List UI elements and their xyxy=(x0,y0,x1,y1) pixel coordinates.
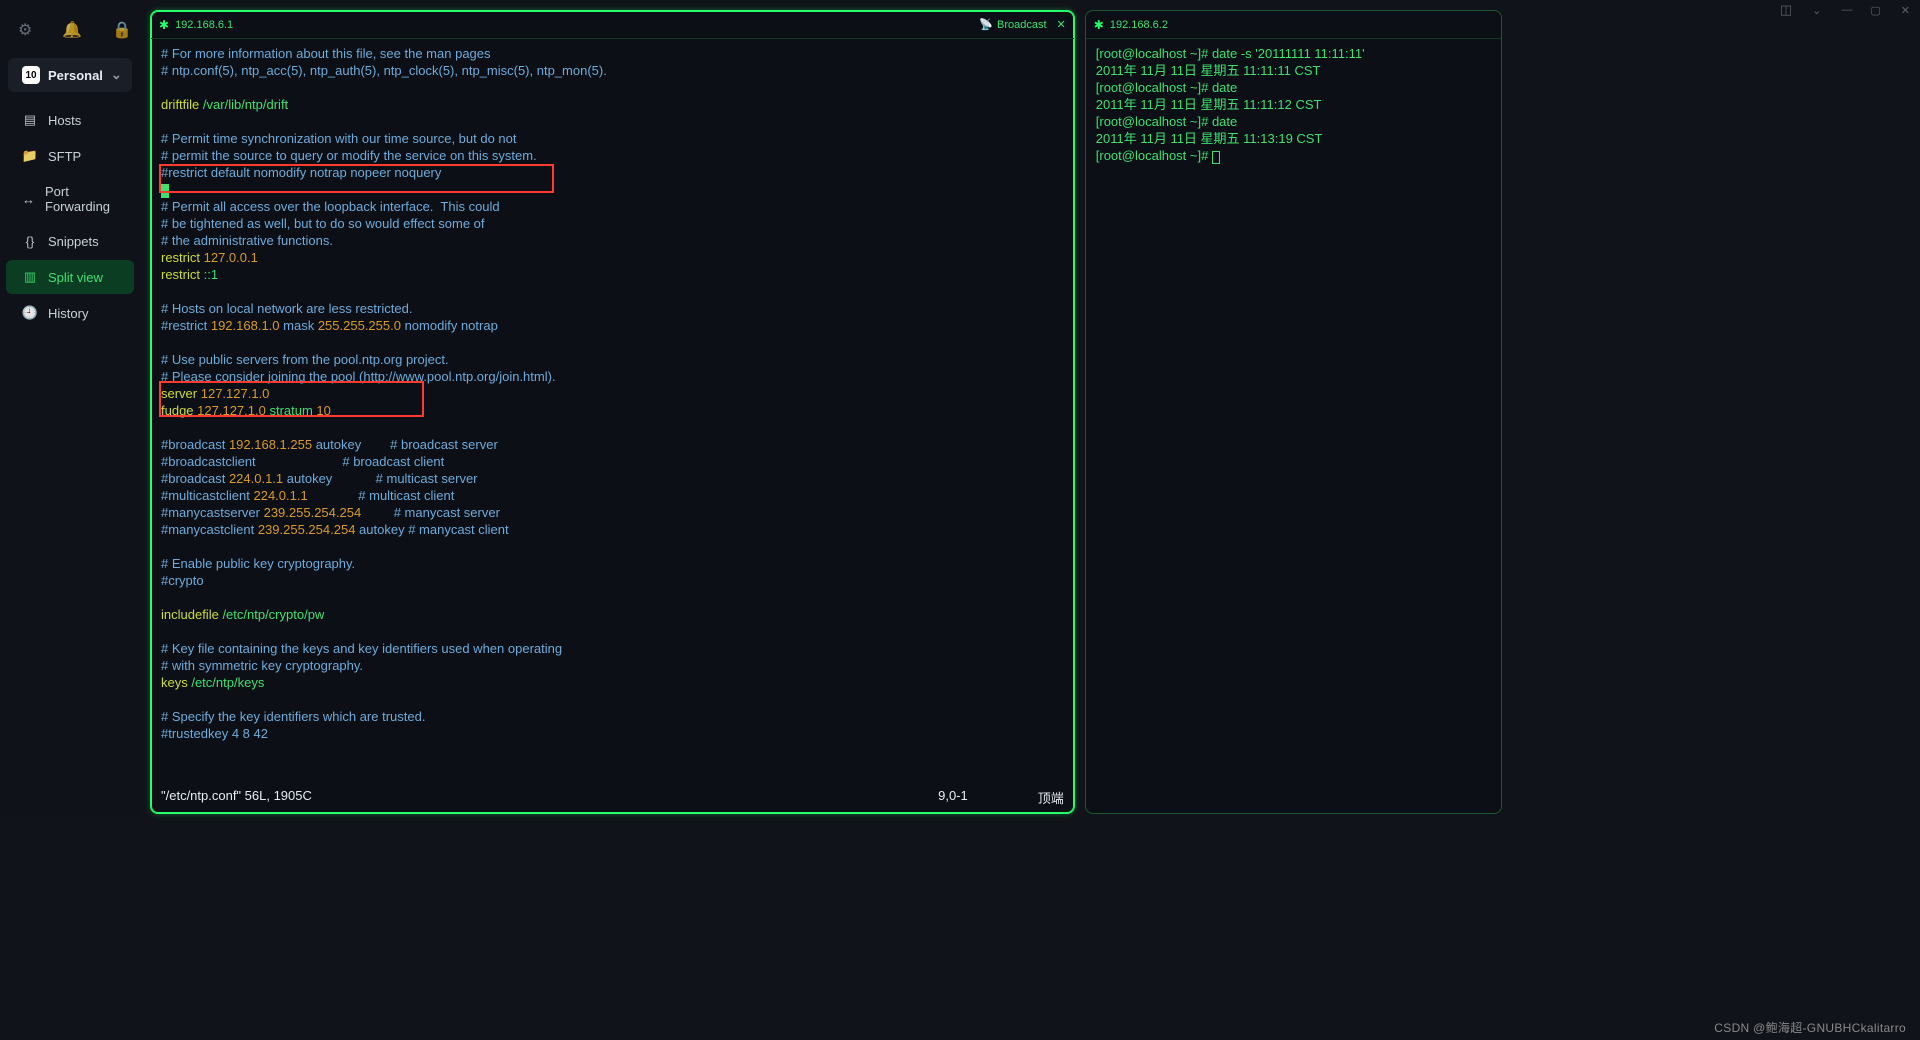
sidebar-item-label: History xyxy=(48,306,88,321)
sidebar-item-label: Split view xyxy=(48,270,103,285)
watermark: CSDN @鲍海超-GNUBHCkalitarro xyxy=(1714,1019,1906,1036)
split-icon: ▥ xyxy=(22,269,38,285)
broadcast-toggle[interactable]: 📡 Broadcast xyxy=(979,18,1046,31)
status-cursor-pos: 9,0-1 xyxy=(938,788,968,807)
window-controls: ◫ ⌄ — ▢ ✕ xyxy=(1780,2,1910,18)
window-min-icon[interactable]: — xyxy=(1841,4,1850,16)
terminal-status-icon: ✱ xyxy=(1094,18,1104,32)
close-tab-icon[interactable]: ✕ xyxy=(1057,18,1066,31)
tab-right[interactable]: ✱ 192.168.6.2 xyxy=(1094,18,1168,32)
tab-host-label: 192.168.6.2 xyxy=(1110,19,1168,31)
tab-left[interactable]: ✱ 192.168.6.1 xyxy=(159,18,233,32)
settings-icon[interactable]: ⚙ xyxy=(18,20,32,40)
code-icon: {} xyxy=(22,234,38,249)
tab-host-label: 192.168.6.1 xyxy=(175,19,233,31)
sidebar-item-history[interactable]: 🕘 History xyxy=(6,296,134,330)
sidebar-item-hosts[interactable]: ▤ Hosts xyxy=(6,103,134,137)
status-file: "/etc/ntp.conf" 56L, 1905C xyxy=(161,788,312,807)
bell-icon[interactable]: 🔔 xyxy=(62,20,82,40)
sidebar-item-snippets[interactable]: {} Snippets xyxy=(6,225,134,258)
sidebar-item-sftp[interactable]: 📁 SFTP xyxy=(6,139,134,173)
status-scroll: 顶端 xyxy=(1038,788,1064,807)
forward-icon: ↔ xyxy=(22,192,35,207)
sidebar: ⚙ 🔔 🔒 10 Personal ⌄ ▤ Hosts 📁 SFTP ↔ xyxy=(0,0,140,818)
terminal-output-right[interactable]: [root@localhost ~]# date -s '20111111 11… xyxy=(1086,39,1501,813)
dropdown-icon[interactable]: ⌄ xyxy=(1812,4,1821,17)
tab-bar-left: ✱ 192.168.6.1 📡 Broadcast ✕ xyxy=(151,11,1074,39)
terminal-status-icon: ✱ xyxy=(159,18,169,32)
workspace-selector[interactable]: 10 Personal ⌄ xyxy=(8,58,132,92)
sidebar-item-label: Hosts xyxy=(48,113,81,128)
window-max-icon[interactable]: ▢ xyxy=(1870,4,1880,17)
sidebar-item-label: SFTP xyxy=(48,149,81,164)
workspace-label: Personal xyxy=(48,68,103,83)
lock-icon[interactable]: 🔒 xyxy=(112,20,132,40)
workspace-badge: 10 xyxy=(22,66,40,84)
hosts-icon: ▤ xyxy=(22,112,38,128)
clock-icon: 🕘 xyxy=(22,305,38,321)
vim-status-line: "/etc/ntp.conf" 56L, 1905C 9,0-1 顶端 xyxy=(151,786,1074,813)
tab-bar-right: ✱ 192.168.6.2 xyxy=(1086,11,1501,39)
panel-layout-icon[interactable]: ◫ xyxy=(1780,2,1792,18)
broadcast-icon: 📡 xyxy=(979,18,993,31)
chevron-down-icon: ⌄ xyxy=(111,67,122,83)
folder-icon: 📁 xyxy=(22,148,38,164)
terminal-pane-right[interactable]: ✱ 192.168.6.2 [root@localhost ~]# date -… xyxy=(1085,10,1502,814)
terminal-output-left[interactable]: # For more information about this file, … xyxy=(151,39,1074,786)
window-close-icon[interactable]: ✕ xyxy=(1901,4,1910,17)
sidebar-item-label: Port Forwarding xyxy=(45,184,118,214)
sidebar-item-splitview[interactable]: ▥ Split view xyxy=(6,260,134,294)
panes-container: ✱ 192.168.6.1 📡 Broadcast ✕ # For more i… xyxy=(140,0,1512,818)
terminal-pane-left[interactable]: ✱ 192.168.6.1 📡 Broadcast ✕ # For more i… xyxy=(150,10,1075,814)
sidebar-item-label: Snippets xyxy=(48,234,99,249)
sidebar-item-portfwd[interactable]: ↔ Port Forwarding xyxy=(6,175,134,223)
